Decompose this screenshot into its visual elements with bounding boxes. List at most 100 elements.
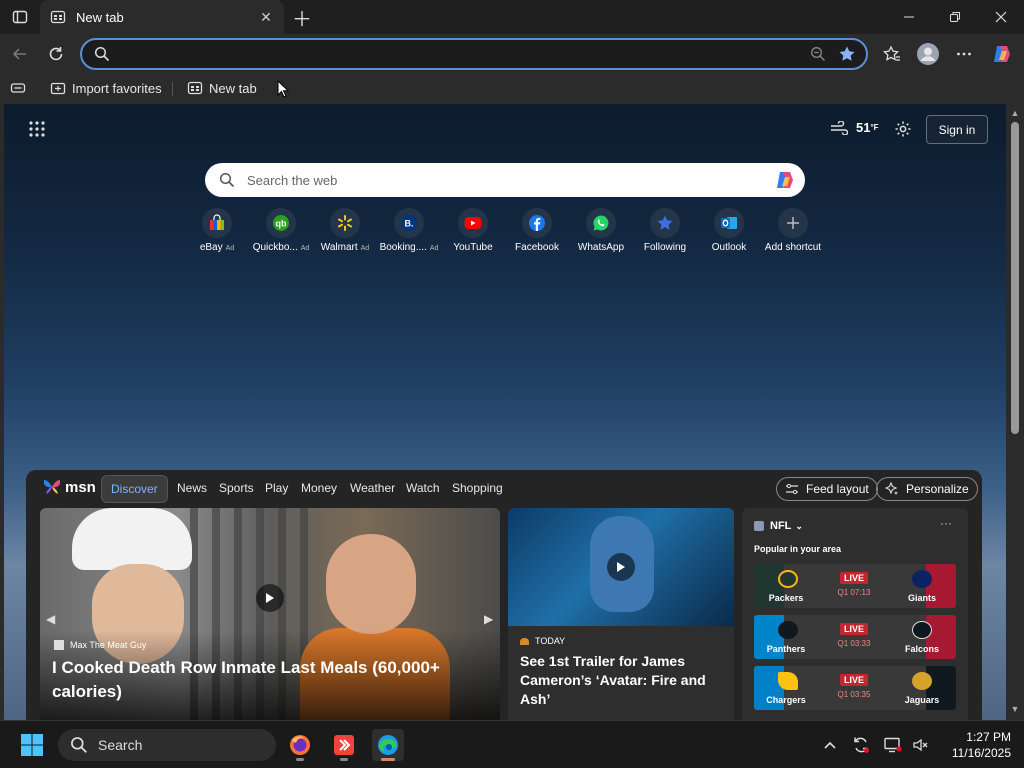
shortcut-whatsapp[interactable]: WhatsApp <box>569 208 633 253</box>
shortcut-facebook[interactable]: Facebook <box>505 208 569 253</box>
zoom-icon[interactable] <box>810 46 826 62</box>
shortcut-youtube[interactable]: YouTube <box>441 208 505 253</box>
youtube-icon <box>458 208 488 238</box>
clock-time: 1:27 PM <box>966 730 1011 744</box>
game-row-packers-giants[interactable]: LIVE Q1 07:13 Packers Giants <box>754 564 956 608</box>
copilot-search-icon[interactable] <box>773 169 797 191</box>
favorites-button[interactable] <box>878 40 906 68</box>
video-play-icon[interactable] <box>256 584 284 612</box>
show-hidden-icons-button[interactable] <box>820 735 840 755</box>
card-source: TODAY <box>520 636 565 646</box>
video-play-icon[interactable] <box>607 553 635 581</box>
back-arrow-icon <box>12 48 26 60</box>
page-scrollbar[interactable]: ▲ ▼ <box>1006 104 1024 720</box>
address-bar[interactable] <box>80 38 868 70</box>
new-tab-button[interactable]: ＋ <box>290 5 314 31</box>
home-team-name: Packers <box>768 593 804 603</box>
favorite-new-tab-link[interactable]: New tab <box>187 78 257 98</box>
feed-tab-watch[interactable]: Watch <box>406 481 440 495</box>
apps-launcher-icon[interactable] <box>28 120 46 138</box>
shortcut-quickbooks[interactable]: qb Quickbo... Ad <box>249 208 313 253</box>
address-input[interactable] <box>120 44 800 64</box>
falcons-logo-icon <box>912 621 932 639</box>
ad-badge: Ad <box>360 245 370 252</box>
taskbar-search[interactable]: Search <box>58 729 276 761</box>
shortcut-ebay[interactable]: eBay Ad <box>185 208 249 253</box>
game-clock: Q1 03:33 <box>837 639 871 648</box>
scroll-down-icon[interactable]: ▼ <box>1010 704 1020 714</box>
story-card-avatar[interactable]: TODAY See 1st Trailer for James Cameron’… <box>508 508 734 720</box>
game-clock: Q1 03:35 <box>837 690 871 699</box>
packers-logo-icon <box>778 570 798 588</box>
close-icon <box>995 11 1007 23</box>
feed-tab-weather[interactable]: Weather <box>350 481 395 495</box>
taskbar-anydesk[interactable] <box>328 729 360 761</box>
running-indicator <box>381 758 395 761</box>
import-favorites-link[interactable]: Import favorites <box>50 78 162 98</box>
card-headline[interactable]: See 1st Trailer for James Cameron’s ‘Ava… <box>520 652 724 709</box>
hero-headline[interactable]: I Cooked Death Row Inmate Last Meals (60… <box>52 656 482 704</box>
feed-tab-discover[interactable]: Discover <box>101 475 168 503</box>
msn-logo[interactable]: msn <box>42 478 96 496</box>
taskbar-search-label: Search <box>98 737 143 753</box>
web-search-box[interactable]: Search the web <box>205 163 805 197</box>
copilot-button[interactable] <box>988 40 1016 68</box>
close-tab-icon[interactable]: ✕ <box>258 9 274 25</box>
add-favorite-star-icon[interactable] <box>838 45 856 63</box>
refresh-button[interactable] <box>42 40 70 68</box>
sign-in-button[interactable]: Sign in <box>926 115 988 144</box>
minimize-button[interactable] <box>886 0 932 34</box>
personalize-button[interactable]: Personalize <box>876 477 978 501</box>
copilot-icon <box>994 46 1010 62</box>
tray-volume[interactable] <box>910 735 930 755</box>
more-options-icon[interactable]: ··· <box>940 516 952 530</box>
windows-start-icon[interactable] <box>20 733 44 757</box>
close-window-button[interactable] <box>978 0 1024 34</box>
scroll-up-icon[interactable]: ▲ <box>1010 108 1020 118</box>
away-team-name: Falcons <box>904 644 939 654</box>
shortcut-outlook[interactable]: Outlook <box>697 208 761 253</box>
import-favorites-label: Import favorites <box>72 80 162 96</box>
layout-sliders-icon <box>786 483 798 495</box>
running-indicator <box>340 758 348 761</box>
feed-tab-news[interactable]: News <box>177 481 207 495</box>
scroll-thumb[interactable] <box>1011 122 1019 434</box>
shortcut-following[interactable]: Following <box>633 208 697 253</box>
taskbar-edge[interactable] <box>372 729 404 761</box>
tray-sync-status[interactable] <box>851 735 871 755</box>
back-button[interactable] <box>6 40 34 68</box>
settings-and-more-button[interactable] <box>950 40 978 68</box>
shortcut-walmart[interactable]: Walmart Ad <box>313 208 377 253</box>
profile-button[interactable] <box>914 40 942 68</box>
feed-tab-play[interactable]: Play <box>265 481 288 495</box>
add-shortcut-button[interactable]: Add shortcut <box>761 208 825 253</box>
shortcut-label: Outlook <box>711 242 747 253</box>
feed-tab-shopping[interactable]: Shopping <box>452 481 503 495</box>
game-row-chargers-jaguars[interactable]: LIVE Q1 03:35 Chargers Jaguars <box>754 666 956 710</box>
carousel-prev-icon[interactable]: ◀ <box>46 612 55 626</box>
source-logo-icon <box>54 640 64 650</box>
weather-widget[interactable]: 51 °F <box>830 120 879 135</box>
panthers-logo-icon <box>778 621 798 639</box>
taskbar-firefox[interactable] <box>284 729 316 761</box>
carousel-next-icon[interactable]: ▶ <box>484 612 493 626</box>
nfl-shield-icon <box>754 521 764 531</box>
chevron-down-icon: ⌄ <box>795 520 803 531</box>
hero-story-card[interactable]: ◀ ▶ Max The Meat Guy I Cooked Death Row … <box>40 508 500 720</box>
taskbar-clock[interactable]: 1:27 PM 11/16/2025 <box>935 729 1011 761</box>
feed-layout-button[interactable]: Feed layout <box>776 477 878 501</box>
shortcut-label: Following <box>643 242 687 253</box>
hero-source: Max The Meat Guy <box>54 640 146 650</box>
tab-new-tab[interactable]: New tab ✕ <box>40 0 284 34</box>
page-settings-gear-icon[interactable] <box>894 120 912 138</box>
nfl-header[interactable]: NFL ⌄ <box>754 520 803 532</box>
today-logo-icon <box>520 637 529 645</box>
tray-display-status[interactable] <box>883 735 903 755</box>
feed-tab-sports[interactable]: Sports <box>219 481 254 495</box>
game-row-panthers-falcons[interactable]: LIVE Q1 03:33 Panthers Falcons <box>754 615 956 659</box>
favorites-menu-button[interactable] <box>10 78 32 98</box>
shortcut-booking[interactable]: B. Booking.... Ad <box>377 208 441 253</box>
tab-actions-button[interactable] <box>8 6 32 28</box>
restore-button[interactable] <box>932 0 978 34</box>
feed-tab-money[interactable]: Money <box>301 481 337 495</box>
